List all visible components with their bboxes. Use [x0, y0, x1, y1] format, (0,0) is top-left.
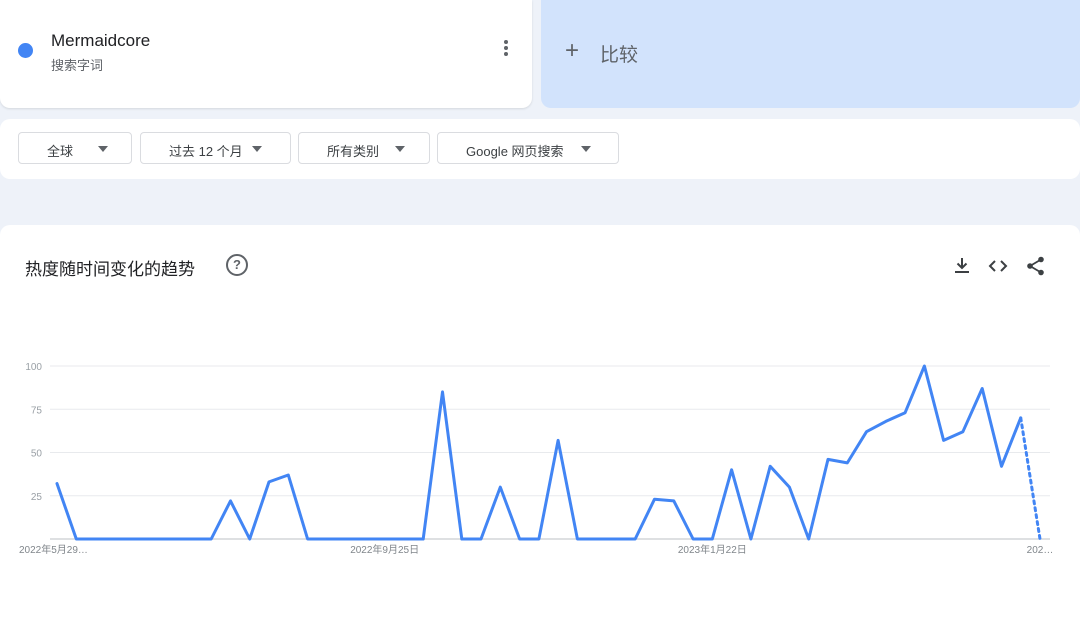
data-point	[151, 537, 155, 541]
data-point	[749, 537, 753, 541]
data-point	[922, 364, 926, 368]
data-point	[845, 461, 849, 465]
category-filter[interactable]: 所有类别	[298, 132, 430, 164]
more-vert-icon[interactable]	[496, 38, 516, 62]
caret-down-icon	[581, 146, 591, 152]
data-point	[768, 464, 772, 468]
data-point	[363, 537, 367, 541]
data-point	[479, 537, 483, 541]
data-point	[980, 386, 984, 390]
data-point	[383, 537, 387, 541]
data-point	[556, 438, 560, 442]
data-point	[710, 537, 714, 541]
data-point	[807, 537, 811, 541]
region-filter-label: 全球	[47, 144, 74, 159]
search-term-card: Mermaidcore 搜索字词	[0, 0, 532, 108]
search-term-name[interactable]: Mermaidcore	[51, 31, 150, 51]
search-term-type: 搜索字词	[51, 58, 104, 73]
x-tick-label: 2023年1月22日	[678, 543, 747, 556]
data-point	[228, 499, 232, 503]
data-point	[537, 537, 541, 541]
trend-line-chart: 25 50 75 100 2022年5月29… 2022年9月25日 2023年1月22日 2…	[19, 362, 1054, 556]
plus-icon: +	[565, 37, 580, 64]
data-point	[865, 430, 869, 434]
y-tick-label: 75	[31, 405, 43, 416]
data-point	[286, 473, 290, 477]
data-point	[633, 537, 637, 541]
data-point	[653, 497, 657, 501]
data-point	[942, 438, 946, 442]
data-point	[94, 537, 98, 541]
data-point	[344, 537, 348, 541]
data-point	[903, 411, 907, 415]
x-tick-label: 2022年5月29…	[19, 543, 88, 556]
data-point	[787, 485, 791, 489]
data-point	[961, 430, 965, 434]
data-point	[460, 537, 464, 541]
data-point	[672, 499, 676, 503]
data-point	[1038, 537, 1042, 541]
series-line-partial	[1019, 416, 1042, 541]
data-point	[884, 419, 888, 423]
search-type-filter-label: Google 网页搜索	[466, 144, 564, 159]
data-point	[209, 537, 213, 541]
data-point	[498, 485, 502, 489]
y-tick-label: 50	[31, 449, 43, 460]
data-point	[248, 537, 252, 541]
caret-down-icon	[98, 146, 108, 152]
data-point	[306, 537, 310, 541]
time-range-filter-label: 过去 12 个月	[169, 144, 243, 159]
data-point	[826, 457, 830, 461]
data-point	[999, 464, 1003, 468]
data-point	[575, 537, 579, 541]
data-point	[74, 537, 78, 541]
y-tick-label: 25	[31, 492, 43, 503]
category-filter-label: 所有类别	[327, 144, 380, 159]
interest-over-time-card: 热度随时间变化的趋势 ? 25 50 75 100 2022年5月29… 2022年9月2…	[0, 225, 1080, 624]
data-point	[518, 537, 522, 541]
data-point	[325, 537, 329, 541]
data-point	[1019, 416, 1023, 420]
time-range-filter[interactable]: 过去 12 个月	[140, 132, 291, 164]
data-point	[171, 537, 175, 541]
search-type-filter[interactable]: Google 网页搜索	[437, 132, 619, 164]
data-point	[691, 537, 695, 541]
compare-label: 比较	[600, 45, 639, 66]
data-point	[595, 537, 599, 541]
compare-button[interactable]: + 比较	[541, 0, 1080, 108]
data-point	[440, 390, 444, 394]
x-tick-label: 202…	[1027, 545, 1054, 556]
data-point	[614, 537, 618, 541]
data-point	[55, 482, 59, 486]
data-point	[402, 537, 406, 541]
caret-down-icon	[395, 146, 405, 152]
data-point	[730, 468, 734, 472]
series-color-dot	[18, 43, 33, 58]
filter-bar: 全球 过去 12 个月 所有类别 Google 网页搜索	[0, 119, 1080, 179]
data-point	[113, 537, 117, 541]
data-point	[190, 537, 194, 541]
region-filter[interactable]: 全球	[18, 132, 132, 164]
data-point	[132, 537, 136, 541]
caret-down-icon	[252, 146, 262, 152]
data-point	[421, 537, 425, 541]
x-tick-label: 2022年9月25日	[350, 543, 419, 556]
data-point	[267, 480, 271, 484]
y-tick-label: 100	[25, 362, 42, 373]
